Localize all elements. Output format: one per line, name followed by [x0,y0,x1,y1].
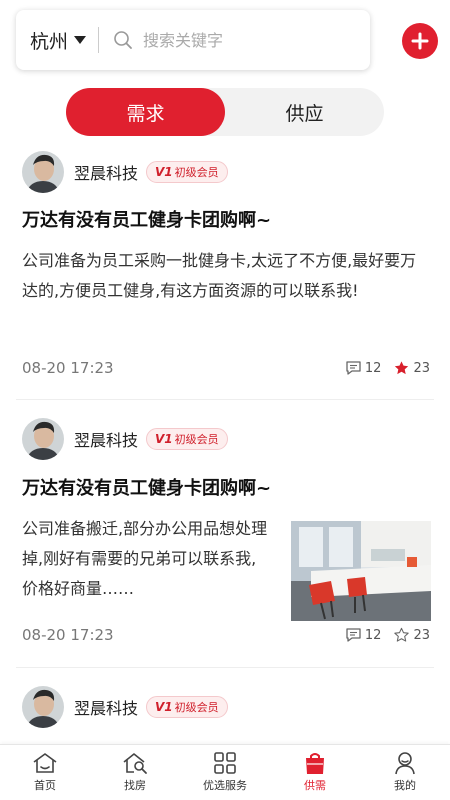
home-icon [33,753,57,773]
user-icon [395,752,415,775]
nav-label: 首页 [34,779,56,792]
comment-count: 12 [364,360,382,376]
post-thumbnail[interactable] [291,521,431,621]
avatar[interactable] [22,686,64,728]
nav-label: 找房 [124,779,146,792]
comment-icon [346,628,361,642]
plus-icon [411,32,429,50]
nav-item-mine[interactable]: 我的 [360,745,450,800]
star-filled-icon [395,361,409,375]
city-label: 杭州 [30,30,69,53]
avatar[interactable] [22,151,64,193]
post-body: 公司准备搬迁,部分办公用品想处理掉,刚好有需要的兄弟可以联系我,价格好商量…… [22,519,268,598]
member-badge: V1 初级会员 [146,696,228,718]
bottom-nav: 首页 找房 优选服务 供需 我的 [0,744,450,800]
author-name: 翌晨科技 [74,431,139,450]
author-row: 翌晨科技 V1 初级会员 [22,686,228,728]
header: 杭州 [0,0,450,80]
badge-label: 初级会员 [174,701,219,714]
post-stats: 12 23 [333,360,430,376]
like-stat[interactable]: 23 [393,360,430,376]
divider [98,27,100,53]
city-selector[interactable]: 杭州 [16,10,87,70]
comment-stat[interactable]: 12 [345,360,382,376]
like-count: 23 [413,627,430,643]
nav-label: 优选服务 [203,779,247,792]
comment-count: 12 [364,627,382,643]
post-time: 08-20 17:23 [22,359,114,377]
tab-demand[interactable]: 需求 [66,88,225,136]
author-row: 翌晨科技 V1 初级会员 [22,418,228,460]
author-row: 翌晨科技 V1 初级会员 [22,151,228,193]
shopping-bag-icon [306,753,324,774]
comment-stat[interactable]: 12 [345,627,382,643]
post-title: 万达有没有员工健身卡团购啊~ [22,478,272,499]
member-badge: V1 初级会员 [146,428,228,450]
search-icon [114,31,132,49]
nav-item-home[interactable]: 首页 [0,745,90,800]
badge-level: V1 [155,165,173,179]
search-input[interactable] [143,30,344,50]
comment-icon [346,361,361,375]
badge-level: V1 [155,700,173,714]
search-bar: 杭州 [16,10,370,70]
author-name: 翌晨科技 [74,699,139,718]
author-name: 翌晨科技 [74,164,139,183]
tab-supply[interactable]: 供应 [225,88,384,136]
badge-label: 初级会员 [174,166,219,179]
nav-item-supply-demand[interactable]: 供需 [270,745,360,800]
segmented-tabs: 需求 供应 [66,88,384,136]
office-chairs-photo [291,521,431,621]
add-button[interactable] [402,23,438,59]
nav-item-find-house[interactable]: 找房 [90,745,180,800]
avatar[interactable] [22,418,64,460]
badge-level: V1 [155,432,173,446]
nav-label: 供需 [304,779,326,792]
post-body: 公司准备为员工采购一批健身卡,太远了不方便,最好要万达的,方便员工健身,有这方面… [22,251,417,300]
divider [16,667,434,668]
nav-label: 我的 [394,779,416,792]
star-outline-icon [394,627,410,642]
post-time: 08-20 17:23 [22,626,114,644]
like-count: 23 [413,360,430,376]
like-stat[interactable]: 23 [393,627,430,643]
post-stats: 12 23 [333,627,430,643]
badge-label: 初级会员 [174,433,219,446]
caret-down-icon [74,36,87,44]
divider [16,399,434,400]
house-search-icon [123,753,147,774]
nav-item-services[interactable]: 优选服务 [180,745,270,800]
post-title: 万达有没有员工健身卡团购啊~ [22,210,272,231]
grid-icon [214,752,236,774]
member-badge: V1 初级会员 [146,161,228,183]
